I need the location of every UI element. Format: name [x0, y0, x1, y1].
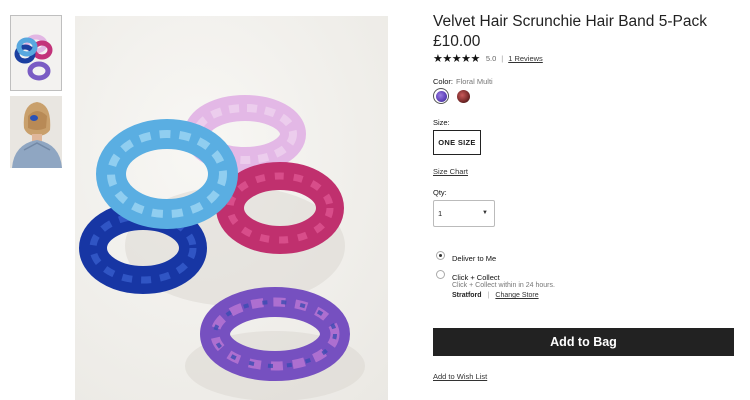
rating-separator: | [501, 53, 504, 63]
change-store-link[interactable]: Change Store [495, 292, 538, 299]
star-rating-icon: ★★★★★ [433, 51, 480, 65]
thumbnail-model[interactable] [10, 96, 62, 168]
model-thumbnail-image [10, 96, 62, 168]
main-product-image [75, 16, 388, 400]
qty-value: 1 [438, 209, 443, 218]
chevron-down-icon: ▼ [482, 210, 488, 216]
deliver-to-me-label[interactable]: Deliver to Me [452, 254, 496, 263]
click-collect-radio[interactable] [436, 270, 445, 279]
store-separator: | [487, 292, 490, 299]
reviews-link[interactable]: 1 Reviews [508, 54, 543, 63]
size-label: Size: [433, 118, 450, 127]
qty-select[interactable]: 1 ▼ [433, 200, 495, 227]
product-title: Velvet Hair Scrunchie Hair Band 5-Pack [433, 13, 707, 30]
color-swatch-floral-multi[interactable] [433, 88, 449, 104]
color-label: Color: Floral Multi [433, 77, 493, 86]
rating-score: 5.0 [485, 53, 497, 63]
add-to-wish-list-link[interactable]: Add to Wish List [433, 372, 487, 381]
scrunchies-thumbnail-image [11, 16, 61, 90]
color-label-text: Color: [433, 77, 454, 86]
store-row: Stratford | Change Store [452, 292, 539, 299]
store-name: Stratford [452, 292, 482, 299]
product-price: £10.00 [433, 33, 481, 50]
click-collect-subtext: Click + Collect within in 24 hours. [452, 282, 555, 289]
color-value: Floral Multi [456, 77, 493, 86]
size-option-button[interactable]: ONE SIZE [433, 130, 481, 155]
color-swatch-2[interactable] [457, 90, 470, 103]
deliver-to-me-radio[interactable] [436, 251, 445, 260]
product-details: Velvet Hair Scrunchie Hair Band 5-Pack £… [433, 0, 738, 400]
click-collect-label[interactable]: Click + Collect [452, 273, 500, 282]
qty-label: Qty: [433, 188, 447, 197]
thumbnail-scrunchies[interactable] [10, 15, 62, 91]
size-chart-link[interactable]: Size Chart [433, 167, 468, 176]
add-to-bag-button[interactable]: Add to Bag [433, 328, 734, 356]
rating-row: ★★★★★ 5.0 | 1 Reviews [433, 51, 543, 65]
